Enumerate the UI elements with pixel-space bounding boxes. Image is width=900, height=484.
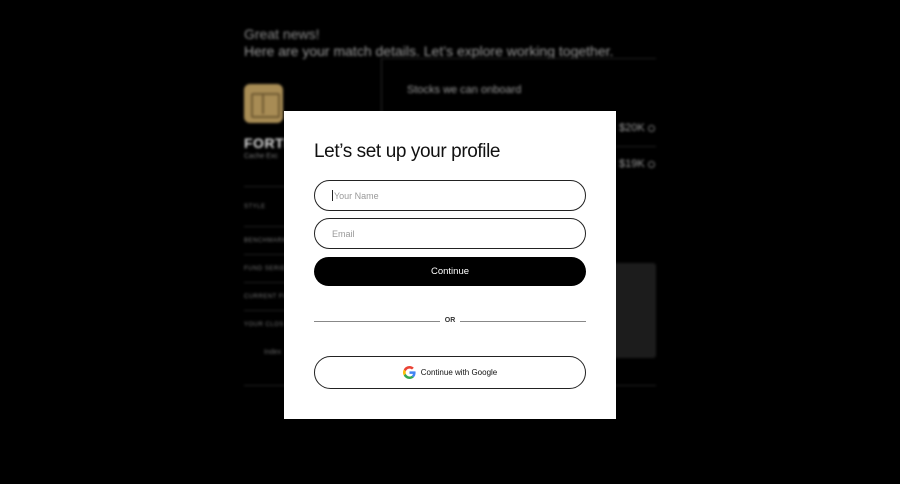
or-divider: OR bbox=[314, 316, 586, 326]
divider bbox=[381, 58, 656, 59]
label-style: STYLE bbox=[244, 204, 266, 210]
stocks-heading: Stocks we can onboard bbox=[407, 84, 522, 96]
continue-button[interactable]: Continue bbox=[314, 257, 586, 286]
stock-price-value: $19K bbox=[619, 158, 645, 170]
stock-price: $20K bbox=[619, 122, 655, 134]
stock-price: $19K bbox=[619, 158, 655, 170]
info-icon bbox=[647, 160, 655, 168]
fund-logo bbox=[244, 84, 283, 123]
google-icon bbox=[402, 366, 416, 379]
name-input[interactable] bbox=[333, 190, 585, 201]
label-benchmark: BENCHMARK bbox=[244, 238, 287, 244]
modal-title: Let’s set up your profile bbox=[314, 141, 501, 162]
background-heading-line1: Great news! bbox=[244, 26, 320, 42]
index-text: Index bbox=[264, 349, 282, 356]
info-icon bbox=[647, 124, 655, 132]
label-your-close: YOUR CLOS bbox=[244, 322, 284, 328]
continue-with-google-button[interactable]: Continue with Google bbox=[314, 356, 586, 389]
text-caret bbox=[332, 190, 333, 201]
email-field[interactable] bbox=[314, 218, 586, 249]
profile-setup-modal: Let’s set up your profile Continue OR Co… bbox=[284, 111, 616, 419]
background-heading: Great news! Here are your match details.… bbox=[244, 26, 613, 60]
stock-price-value: $20K bbox=[619, 122, 645, 134]
divider bbox=[616, 146, 656, 147]
google-button-label: Continue with Google bbox=[420, 368, 498, 377]
name-field[interactable] bbox=[314, 180, 586, 211]
fund-subtitle: Cache Exc bbox=[244, 153, 278, 160]
email-input[interactable] bbox=[332, 228, 585, 239]
divider-line bbox=[460, 321, 586, 322]
label-current-fund: CURRENT FU bbox=[244, 294, 288, 300]
label-fund-series: FUND SERIES bbox=[244, 266, 290, 272]
